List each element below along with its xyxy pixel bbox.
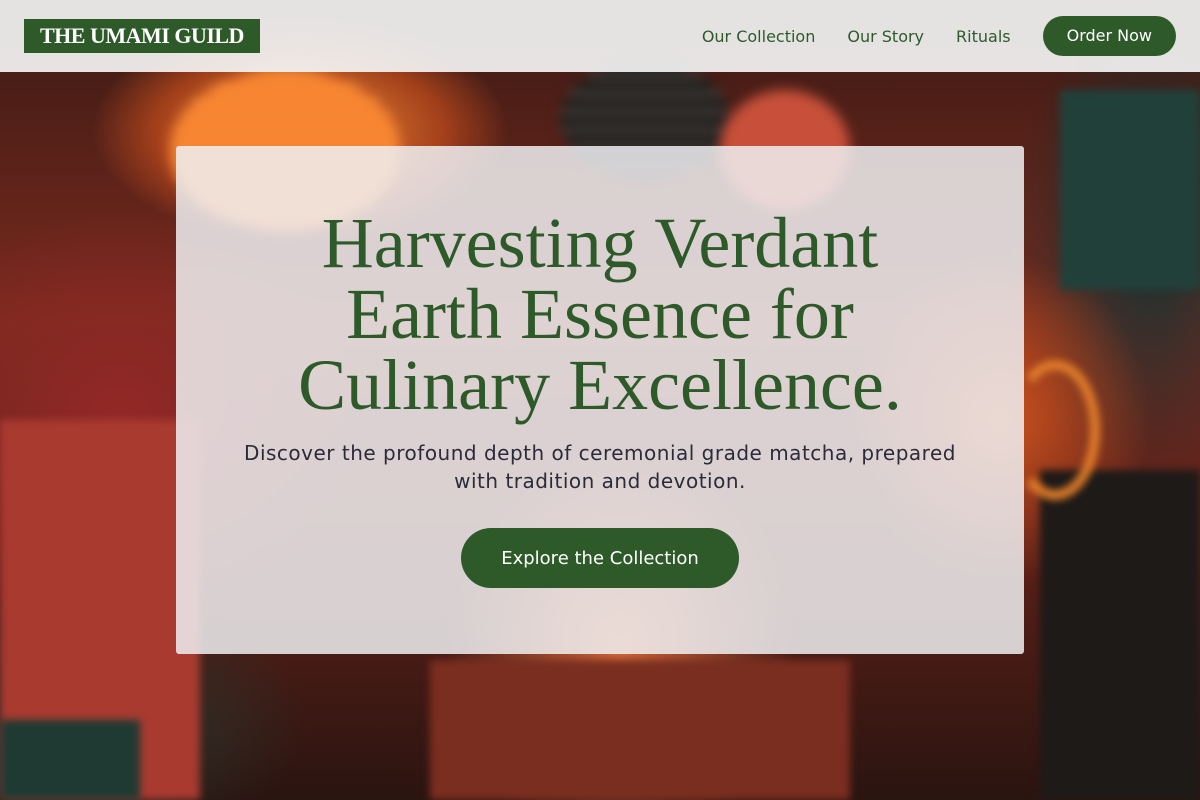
- hero-title-line: Culinary Excellence.: [298, 345, 902, 425]
- site-header: THE UMAMI GUILD Our Collection Our Story…: [0, 0, 1200, 72]
- main-nav: Our Collection Our Story Rituals Order N…: [670, 16, 1176, 56]
- background-shape: [430, 660, 850, 800]
- site-logo[interactable]: THE UMAMI GUILD: [24, 19, 260, 53]
- hero-card: Harvesting Verdant Earth Essence for Cul…: [176, 146, 1024, 654]
- explore-collection-button[interactable]: Explore the Collection: [461, 528, 739, 588]
- nav-link-rituals[interactable]: Rituals: [956, 27, 1011, 46]
- hero-subtitle: Discover the profound depth of ceremonia…: [244, 441, 956, 493]
- hero-title-line: Harvesting Verdant: [321, 203, 879, 283]
- background-shape: [0, 720, 140, 800]
- background-shape: [1040, 470, 1200, 800]
- nav-link-our-collection[interactable]: Our Collection: [702, 27, 816, 46]
- nav-link-our-story[interactable]: Our Story: [847, 27, 924, 46]
- order-now-button[interactable]: Order Now: [1042, 16, 1176, 56]
- hero-title: Harvesting Verdant Earth Essence for Cul…: [250, 207, 950, 421]
- hero-title-line: Earth Essence for: [346, 274, 854, 354]
- background-shape: [1060, 90, 1200, 290]
